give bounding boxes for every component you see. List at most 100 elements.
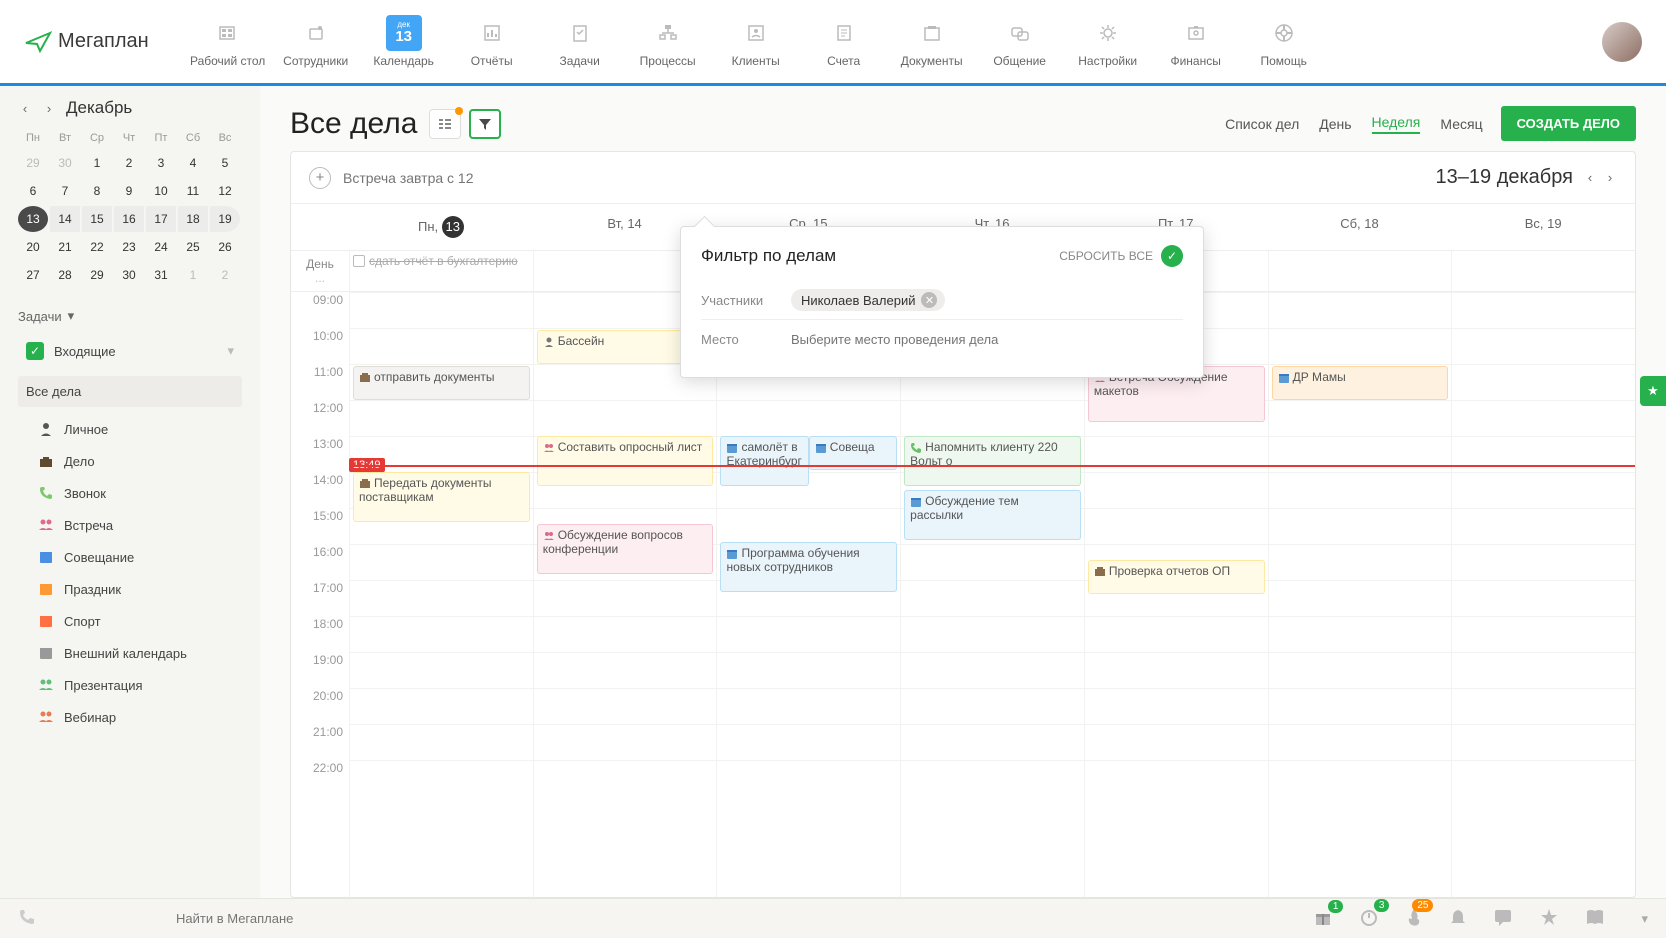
mini-cal-day[interactable]: 13 — [18, 206, 48, 232]
allday-cell[interactable]: сдать отчёт в бухгалтерию — [349, 251, 533, 291]
calendar-event[interactable]: Программа обучения новых сотрудников — [720, 542, 897, 592]
nav-item-3[interactable]: Отчёты — [453, 16, 531, 68]
sidebar-category[interactable]: Вебинар — [18, 701, 242, 733]
nav-item-1[interactable]: Сотрудники — [277, 16, 355, 68]
nav-item-7[interactable]: Счета — [805, 16, 883, 68]
calendar-event[interactable]: ДР Мамы — [1272, 366, 1449, 400]
mini-cal-day[interactable]: 2 — [210, 262, 240, 288]
list-settings-button[interactable] — [429, 109, 461, 139]
sidebar-tasks-toggle[interactable]: Задачи ▾ — [18, 308, 260, 324]
create-task-button[interactable]: СОЗДАТЬ ДЕЛО — [1501, 106, 1636, 141]
allday-cell[interactable] — [1268, 251, 1452, 291]
mini-cal-day[interactable]: 15 — [82, 206, 112, 232]
calendar-event[interactable]: самолёт в Екатеринбург — [720, 436, 808, 486]
mini-cal-day[interactable]: 17 — [146, 206, 176, 232]
nav-item-6[interactable]: Клиенты — [717, 16, 795, 68]
mini-cal-day[interactable]: 1 — [82, 150, 112, 176]
calendar-event[interactable]: Напомнить клиенту 220 Вольт о — [904, 436, 1081, 486]
calendar-event[interactable]: отправить документы — [353, 366, 530, 400]
allday-cell[interactable] — [1451, 251, 1635, 291]
mini-cal-day[interactable]: 10 — [146, 178, 176, 204]
mini-cal-day[interactable]: 1 — [178, 262, 208, 288]
next-week-button[interactable]: › — [1603, 171, 1617, 185]
view-tab[interactable]: Месяц — [1440, 116, 1482, 132]
day-column[interactable]: ДР Мамы — [1268, 292, 1452, 897]
mini-cal-day[interactable]: 14 — [50, 206, 80, 232]
day-column[interactable]: отправить документы Передать документы по… — [349, 292, 533, 897]
nav-item-8[interactable]: Документы — [893, 16, 971, 68]
calendar-event[interactable]: Составить опросный лист — [537, 436, 714, 486]
filter-reset-button[interactable]: СБРОСИТЬ ВСЕ — [1059, 249, 1153, 263]
day-column[interactable] — [1451, 292, 1635, 897]
bell-icon[interactable] — [1449, 907, 1467, 930]
app-logo[interactable]: Мегаплан — [24, 30, 149, 53]
mini-cal-day[interactable]: 27 — [18, 262, 48, 288]
nav-item-2[interactable]: дек13Календарь — [365, 16, 443, 68]
participant-chip[interactable]: Николаев Валерий ✕ — [791, 289, 945, 311]
nav-item-0[interactable]: Рабочий стол — [189, 16, 267, 68]
quick-add-input[interactable] — [343, 170, 1436, 186]
quick-add-button[interactable]: + — [309, 167, 331, 189]
sidebar-inbox[interactable]: ✓ Входящие ▾ — [18, 334, 242, 368]
nav-item-10[interactable]: Настройки — [1069, 16, 1147, 68]
day-header[interactable]: Сб, 18 — [1268, 204, 1452, 250]
sidebar-category[interactable]: Презентация — [18, 669, 242, 701]
place-input[interactable] — [791, 328, 1183, 351]
day-column[interactable]: Встреча Обсуждение макетовПроверка отчет… — [1084, 292, 1268, 897]
mini-cal-day[interactable]: 16 — [114, 206, 144, 232]
fire-icon[interactable]: 25 — [1405, 907, 1423, 930]
mini-cal-day[interactable]: 31 — [146, 262, 176, 288]
mini-cal-day[interactable]: 23 — [114, 234, 144, 260]
sidebar-category[interactable]: Спорт — [18, 605, 242, 637]
nav-item-12[interactable]: Помощь — [1245, 16, 1323, 68]
mini-cal-day[interactable]: 12 — [210, 178, 240, 204]
nav-item-4[interactable]: Задачи — [541, 16, 619, 68]
mini-cal-day[interactable]: 26 — [210, 234, 240, 260]
sidebar-category[interactable]: Личное — [18, 413, 242, 445]
calendar-event[interactable]: Передать документы поставщикам — [353, 472, 530, 522]
mini-cal-day[interactable]: 18 — [178, 206, 208, 232]
sidebar-all-tasks[interactable]: Все дела — [18, 376, 242, 407]
view-tab[interactable]: Список дел — [1225, 116, 1299, 132]
mini-cal-day[interactable]: 29 — [18, 150, 48, 176]
mini-cal-day[interactable]: 29 — [82, 262, 112, 288]
mini-cal-day[interactable]: 6 — [18, 178, 48, 204]
calendar-event[interactable]: Проверка отчетов ОП — [1088, 560, 1265, 594]
mini-cal-day[interactable]: 25 — [178, 234, 208, 260]
calendar-event[interactable]: Обсуждение тем рассылки — [904, 490, 1081, 540]
collapse-bottombar-button[interactable]: ▾ — [1641, 911, 1648, 927]
view-tab[interactable]: Неделя — [1372, 114, 1421, 134]
view-tab[interactable]: День — [1319, 116, 1351, 132]
day-header[interactable]: Вс, 19 — [1451, 204, 1635, 250]
sidebar-category[interactable]: Встреча — [18, 509, 242, 541]
mini-cal-day[interactable]: 2 — [114, 150, 144, 176]
sidebar-category[interactable]: Дело — [18, 445, 242, 477]
book-icon[interactable] — [1585, 908, 1605, 929]
mini-cal-day[interactable]: 20 — [18, 234, 48, 260]
day-column[interactable]: Завтраксамолёт в ЕкатеринбургСовещаПрогр… — [716, 292, 900, 897]
chip-remove-icon[interactable]: ✕ — [921, 292, 937, 308]
sidebar-category[interactable]: Совещание — [18, 541, 242, 573]
nav-item-9[interactable]: Общение — [981, 16, 1059, 68]
mini-cal-day[interactable]: 22 — [82, 234, 112, 260]
user-avatar[interactable] — [1602, 22, 1642, 62]
sidebar-category[interactable]: Праздник — [18, 573, 242, 605]
sidebar-category[interactable]: Звонок — [18, 477, 242, 509]
favorites-tab[interactable]: ★ — [1640, 376, 1666, 406]
mini-cal-day[interactable]: 30 — [114, 262, 144, 288]
next-month-button[interactable]: › — [42, 101, 56, 115]
chat-icon[interactable] — [1493, 908, 1513, 929]
sidebar-category[interactable]: Внешний календарь — [18, 637, 242, 669]
day-column[interactable]: БассейнСоставить опросный листОбсуждение… — [533, 292, 717, 897]
filter-button[interactable] — [469, 109, 501, 139]
mini-cal-day[interactable]: 19 — [210, 206, 240, 232]
mini-cal-day[interactable]: 24 — [146, 234, 176, 260]
gift-icon[interactable]: 1 — [1313, 908, 1333, 929]
mini-cal-day[interactable]: 11 — [178, 178, 208, 204]
prev-week-button[interactable]: ‹ — [1583, 171, 1597, 185]
mini-cal-day[interactable]: 3 — [146, 150, 176, 176]
day-header[interactable]: Пн, 13 — [349, 204, 533, 250]
mini-cal-day[interactable]: 9 — [114, 178, 144, 204]
prev-month-button[interactable]: ‹ — [18, 101, 32, 115]
mini-cal-day[interactable]: 30 — [50, 150, 80, 176]
